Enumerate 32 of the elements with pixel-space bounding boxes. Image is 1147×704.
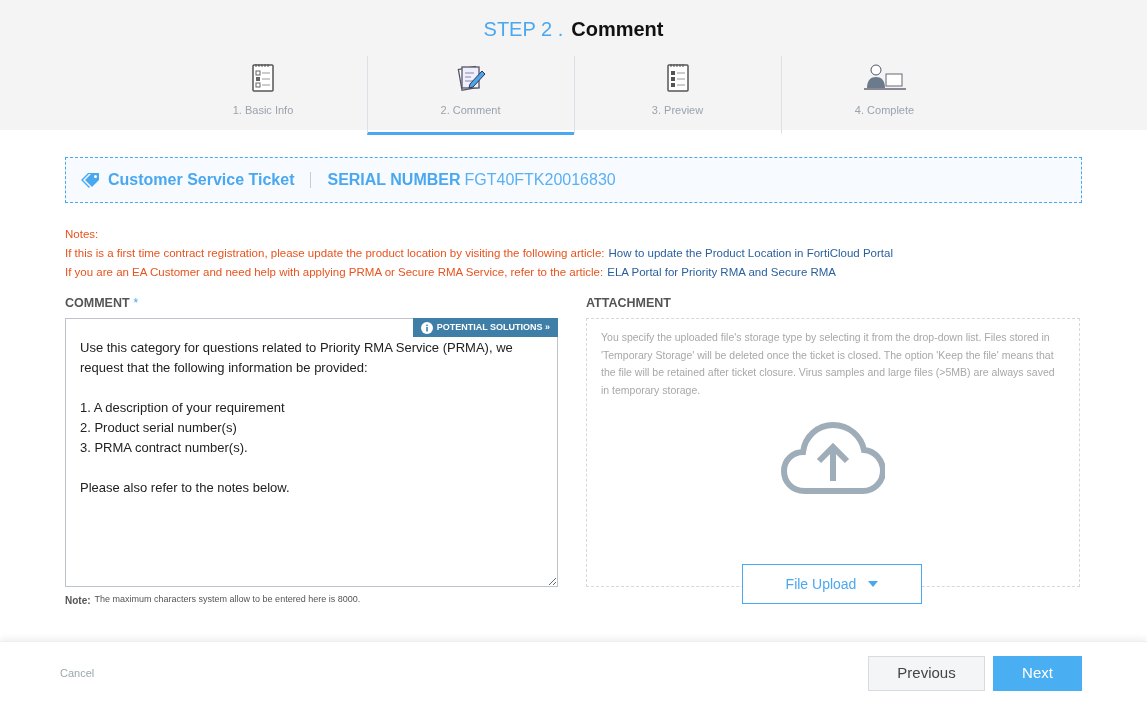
serial-label: SERIAL NUMBER xyxy=(327,170,461,190)
article-link[interactable]: ELA Portal for Priority RMA and Secure RMA xyxy=(607,263,837,282)
checklist-icon xyxy=(252,62,274,92)
file-upload-button[interactable]: File Upload xyxy=(742,564,922,604)
potential-solutions-button[interactable]: POTENTIAL SOLUTIONS » xyxy=(412,318,558,337)
required-mark: * xyxy=(133,295,139,312)
step-number: STEP 2 . xyxy=(483,17,564,42)
notes-title: Notes: xyxy=(65,227,99,242)
note-text: The maximum characters system allow to be entered here is 8000. xyxy=(94,593,361,606)
note-text: If this is a first time contract registration, please update the product location by visiting the following article: xyxy=(65,246,605,261)
step-tab[interactable]: 2. Comment xyxy=(366,56,574,135)
step-title: Comment xyxy=(571,17,664,42)
tag-icon xyxy=(80,172,100,188)
step-tab[interactable]: 3. Preview xyxy=(573,56,781,135)
attachment-description: You specify the uploaded file's storage type by selecting it from the drop-down list. Files stored in 'Temporary Storage' will be deleted once the ticket is closed. The option 'Keep the file' means that the file will be retained after ticket closure. Virus samples and large files (>5MB) are always saved in temporary storage. xyxy=(601,330,1056,398)
note-label: Note: xyxy=(65,594,91,608)
attachment-label: ATTACHMENT xyxy=(586,294,671,312)
next-button[interactable]: Next xyxy=(993,655,1082,691)
comment-label: COMMENT xyxy=(65,294,130,312)
cloud-upload-icon xyxy=(781,421,885,495)
checklist-icon xyxy=(666,62,689,92)
note-text: If you are an EA Customer and need help with applying PRMA or Secure RMA Service, refer to the article: xyxy=(65,265,604,280)
ticket-type: Customer Service Ticket xyxy=(108,170,295,190)
info-icon xyxy=(420,321,433,334)
serial-number: FGT40FTK20016830 xyxy=(464,170,616,190)
step-tab[interactable]: 4. Complete xyxy=(780,56,988,135)
article-link[interactable]: How to update the Product Location in FortiCloud Portal xyxy=(608,244,893,263)
step-tab[interactable]: 1. Basic Info xyxy=(159,56,367,135)
caret-icon xyxy=(868,581,879,587)
person-laptop-icon xyxy=(861,62,908,92)
previous-button[interactable]: Previous xyxy=(868,655,985,691)
cancel-link[interactable]: Cancel xyxy=(60,664,95,682)
